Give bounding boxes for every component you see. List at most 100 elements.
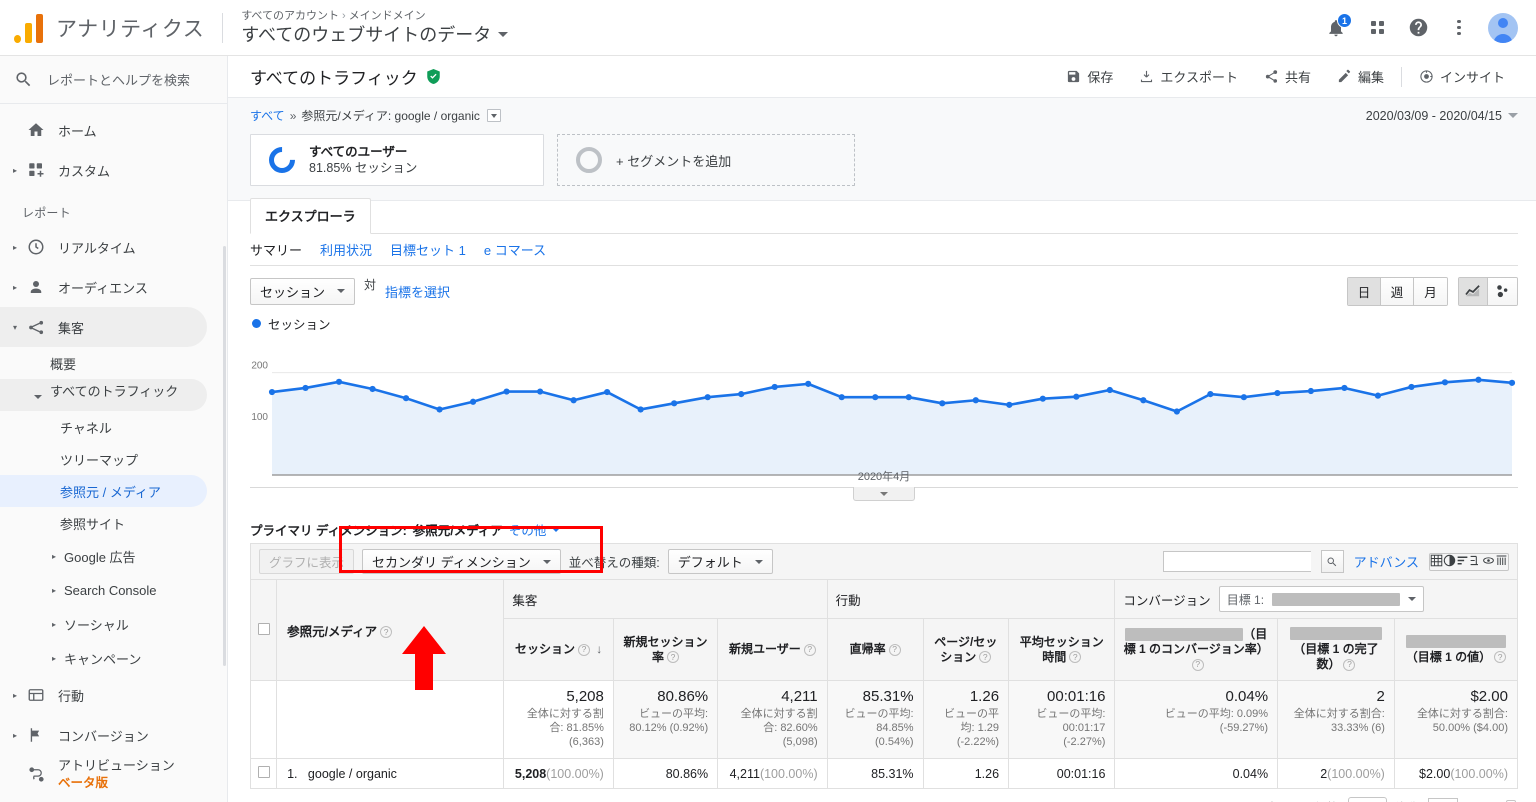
sort-type-dropdown[interactable]: デフォルト	[667, 549, 773, 574]
sidebar-item-source-medium[interactable]: 参照元 / メディア	[0, 475, 207, 507]
segment-card-all-users[interactable]: すべてのユーザー 81.85% セッション	[250, 134, 544, 186]
chart-axis-annotation: 2020年4月	[857, 471, 911, 483]
other-dimension-link[interactable]: その他	[509, 520, 547, 539]
goal-selector-dropdown[interactable]: 目標 1:	[1218, 586, 1425, 612]
sidebar-item-overview[interactable]: 概要	[0, 347, 227, 379]
help-tooltip-icon[interactable]: ?	[1494, 651, 1507, 664]
help-tooltip-icon[interactable]: ?	[888, 643, 901, 656]
sidebar-item-treemap[interactable]: ツリーマップ	[0, 443, 227, 475]
view-performance-icon[interactable]	[1456, 554, 1469, 570]
edit-button[interactable]: 編集	[1324, 64, 1397, 90]
help-tooltip-icon[interactable]: ?	[1343, 658, 1356, 671]
column-header-goal1-completions[interactable]: （目標 1 の完了数）?	[1277, 618, 1395, 681]
granularity-day[interactable]: 日	[1348, 277, 1381, 305]
table-search-button[interactable]	[1320, 550, 1344, 573]
tab-explorer[interactable]: エクスプローラ	[250, 198, 371, 234]
add-segment-button[interactable]: + セグメントを追加	[557, 134, 855, 186]
tab-site-usage[interactable]: 利用状況	[320, 240, 372, 259]
select-all-checkbox[interactable]	[257, 622, 270, 635]
column-header-goal1-value[interactable]: （目標 1 の値）?	[1393, 618, 1519, 681]
help-tooltip-icon[interactable]: ?	[979, 651, 992, 664]
chart-data-point	[1039, 395, 1046, 402]
summary-value: $2.00	[1470, 688, 1508, 705]
rows-per-page-select[interactable]: 10 ▲▼	[1348, 797, 1387, 802]
tab-ecommerce[interactable]: e コマース	[484, 240, 546, 259]
motion-chart-icon[interactable]	[1488, 277, 1517, 305]
secondary-dimension-dropdown[interactable]: セカンダリ ディメンション	[362, 549, 561, 574]
help-icon[interactable]	[1406, 16, 1430, 40]
sidebar-item-home[interactable]: ホーム	[0, 110, 227, 150]
column-header-new-users[interactable]: 新規ユーザー?	[717, 618, 828, 681]
granularity-week[interactable]: 週	[1381, 277, 1414, 305]
view-percentage-icon[interactable]	[1443, 554, 1456, 570]
view-term-cloud-icon[interactable]	[1482, 554, 1495, 570]
summary-value: 0.04%	[1225, 688, 1269, 705]
sidebar-item-behavior[interactable]: ▸ 行動	[0, 675, 227, 715]
sidebar-item-search-console[interactable]: ▸ Search Console	[0, 573, 227, 607]
main-content: すべてのトラフィック 保存 エクスポート 共有 編集 インサイト すべて » 参…	[228, 56, 1536, 802]
chart-data-point	[671, 400, 678, 407]
tab-summary[interactable]: サマリー	[250, 240, 302, 259]
view-table-icon[interactable]	[1430, 554, 1443, 570]
help-tooltip-icon[interactable]: ?	[577, 643, 590, 656]
apps-grid-icon[interactable]	[1365, 16, 1389, 40]
select-metric-link[interactable]: 指標を選択	[385, 282, 450, 301]
property-title[interactable]: すべてのウェブサイトのデータ	[241, 23, 509, 47]
notifications-bell-icon[interactable]: 1	[1324, 12, 1352, 40]
sidebar-item-realtime[interactable]: ▸ リアルタイム	[0, 227, 227, 267]
help-tooltip-icon[interactable]: ?	[667, 651, 679, 664]
primary-dimension-value[interactable]: 参照元/メディア	[413, 520, 503, 539]
column-header-new-session-rate-label: 新規セッション率	[623, 634, 708, 664]
sidebar-item-custom[interactable]: ▸ カスタム	[0, 150, 227, 190]
breadcrumb-dropdown-button[interactable]	[486, 109, 501, 122]
breadcrumb-separator: ›	[342, 9, 346, 22]
avatar[interactable]	[1488, 12, 1518, 43]
property-title-text: すべてのウェブサイトのデータ	[241, 24, 492, 45]
help-tooltip-icon[interactable]: ?	[803, 643, 816, 656]
granularity-month[interactable]: 月	[1414, 277, 1447, 305]
sidebar-item-attribution[interactable]: アトリビューション ベータ版	[0, 746, 227, 802]
column-header-goal1-conversion-rate[interactable]: （目標 1 のコンバージョン率）?	[1114, 618, 1279, 681]
row-checkbox[interactable]	[257, 766, 270, 778]
explorer-subtabs: サマリー 利用状況 目標セット 1 e コマース	[250, 234, 1518, 266]
sidebar-item-channels[interactable]: チャネル	[0, 411, 227, 443]
insights-button[interactable]: インサイト	[1406, 64, 1518, 90]
sessions-line-chart[interactable]: 100 200	[250, 335, 1518, 485]
line-chart-icon[interactable]	[1459, 277, 1488, 305]
chart-expand-handle[interactable]	[853, 487, 915, 501]
export-button[interactable]: エクスポート	[1126, 64, 1251, 90]
view-pivot-icon[interactable]	[1495, 554, 1508, 570]
sidebar-item-acquisition[interactable]: ▾ 集客	[0, 307, 207, 347]
breadcrumb-all-link[interactable]: すべて	[250, 107, 285, 124]
advanced-filter-link[interactable]: アドバンス	[1354, 552, 1419, 571]
column-header-avg-session-duration[interactable]: 平均セッション時間?	[1008, 618, 1116, 681]
sidebar-item-campaigns[interactable]: ▸ キャンペーン	[0, 641, 227, 675]
help-tooltip-icon[interactable]: ?	[1191, 658, 1204, 671]
help-tooltip-icon[interactable]: ?	[1069, 651, 1082, 664]
sidebar-search[interactable]: レポートとヘルプを検索	[0, 56, 227, 104]
sidebar-item-google-ads[interactable]: ▸ Google 広告	[0, 539, 227, 573]
column-header-sessions[interactable]: セッション? ↓	[503, 618, 614, 681]
primary-metric-select[interactable]: セッション	[250, 277, 356, 305]
sidebar-item-social[interactable]: ▸ ソーシャル	[0, 607, 227, 641]
goto-page-input[interactable]: 1	[1427, 797, 1458, 802]
column-header-bounce-rate[interactable]: 直帰率?	[826, 618, 924, 681]
share-button[interactable]: 共有	[1251, 64, 1324, 90]
sidebar-item-audience[interactable]: ▸ オーディエンス	[0, 267, 227, 307]
table-row[interactable]: 1. google / organic 5,208(100.00%) 80.86…	[249, 758, 1519, 789]
date-range-picker[interactable]: 2020/03/09 - 2020/04/15	[1366, 109, 1518, 123]
help-tooltip-icon[interactable]: ?	[380, 626, 393, 639]
row-dimension-value[interactable]: google / organic	[308, 767, 397, 781]
sidebar-scrollbar[interactable]	[223, 246, 226, 666]
save-button[interactable]: 保存	[1053, 64, 1126, 90]
column-header-pages-per-session[interactable]: ページ/セッション?	[922, 618, 1010, 681]
sidebar-item-referrals[interactable]: 参照サイト	[0, 507, 227, 539]
more-options-icon[interactable]	[1447, 16, 1471, 40]
tab-goal-set-1[interactable]: 目標セット 1	[390, 240, 466, 259]
column-header-new-session-rate[interactable]: 新規セッション率?	[612, 618, 719, 681]
table-search-input[interactable]	[1162, 551, 1311, 572]
summary-subvalue: 全体に対する割合: 33.33% (6)	[1293, 708, 1385, 734]
account-selector[interactable]: すべてのアカウント › メインドメイン すべてのウェブサイトのデータ	[241, 9, 509, 47]
view-comparison-icon[interactable]	[1469, 554, 1482, 570]
sidebar-item-all-traffic[interactable]: すべてのトラフィック	[0, 379, 207, 411]
